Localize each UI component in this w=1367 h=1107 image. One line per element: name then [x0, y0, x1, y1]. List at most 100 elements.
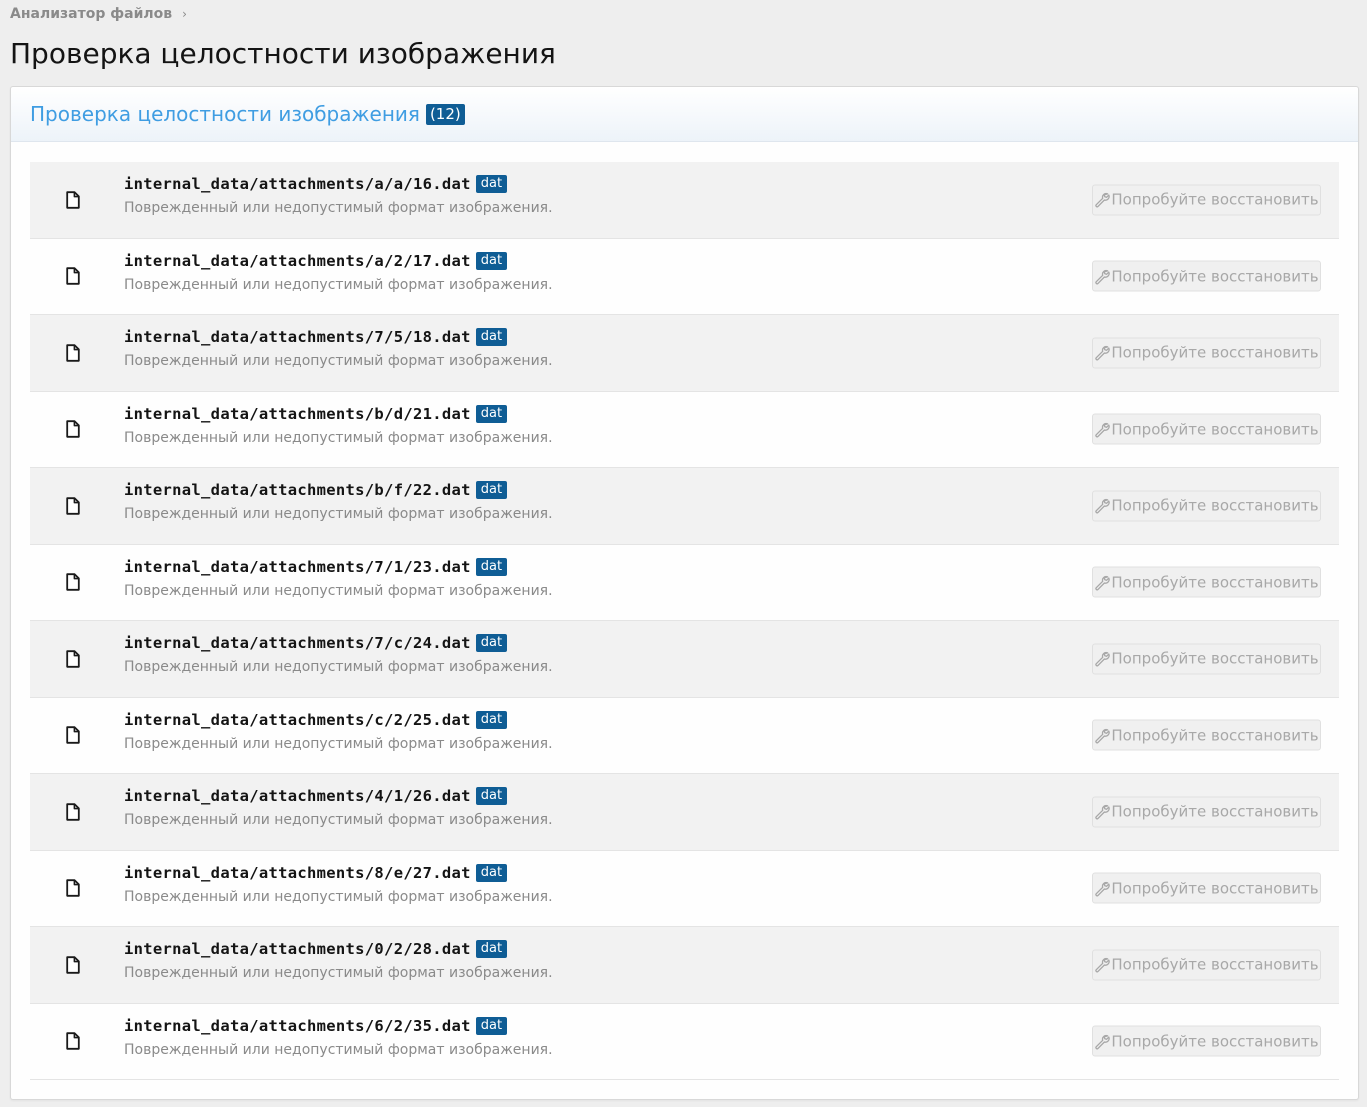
wrench-icon — [1095, 881, 1111, 897]
file-path-line: internal_data/attachments/b/f/22.dat dat — [124, 480, 553, 500]
wrench-icon — [1095, 193, 1111, 208]
wrench-icon — [1095, 652, 1111, 667]
try-restore-label: Попробуйте восстановить — [1111, 802, 1319, 821]
try-restore-label: Попробуйте восстановить — [1111, 190, 1319, 209]
file-icon — [66, 267, 80, 285]
wrench-icon — [1095, 346, 1111, 361]
file-path: internal_data/attachments/a/2/17.dat — [124, 251, 471, 270]
file-info: internal_data/attachments/a/2/17.dat dat… — [124, 251, 553, 293]
try-restore-button[interactable]: Попробуйте восстановить — [1092, 643, 1321, 675]
wrench-icon — [1095, 805, 1111, 820]
breadcrumb-link-file-analyzer[interactable]: Анализатор файлов — [10, 6, 172, 22]
file-extension-badge: dat — [475, 940, 508, 958]
wrench-icon — [1095, 958, 1111, 973]
file-extension-badge: dat — [475, 1016, 508, 1035]
try-restore-button[interactable]: Попробуйте восстановить — [1092, 337, 1321, 369]
try-restore-label: Попробуйте восстановить — [1111, 573, 1319, 592]
file-extension-badge: dat — [475, 328, 508, 346]
file-extension-badge: dat — [475, 634, 508, 652]
file-error-description: Поврежденный или недопустимый формат изо… — [124, 429, 553, 446]
file-icon — [66, 497, 80, 515]
try-restore-label: Попробуйте восстановить — [1111, 879, 1319, 898]
file-path-line: internal_data/attachments/0/2/28.dat dat — [124, 939, 553, 959]
try-restore-button[interactable]: Попробуйте восстановить — [1092, 1025, 1321, 1057]
file-path: internal_data/attachments/7/1/23.dat — [124, 557, 471, 576]
file-row: internal_data/attachments/7/1/23.dat dat… — [30, 544, 1339, 621]
file-path-line: internal_data/attachments/7/1/23.dat dat — [124, 557, 553, 577]
file-error-description: Поврежденный или недопустимый формат изо… — [124, 735, 553, 752]
file-error-description: Поврежденный или недопустимый формат изо… — [124, 659, 553, 675]
file-path-line: internal_data/attachments/c/2/25.dat dat — [124, 710, 553, 730]
file-icon — [66, 956, 80, 974]
file-error-description: Поврежденный или недопустимый формат изо… — [124, 965, 553, 981]
count-badge: (12) — [425, 103, 465, 125]
integrity-block: Проверка целостности изображения (12) in… — [10, 86, 1359, 1100]
breadcrumb: Анализатор файлов › — [10, 5, 187, 23]
try-restore-button[interactable]: Попробуйте восстановить — [1092, 260, 1321, 292]
file-list: internal_data/attachments/a/a/16.dat dat… — [30, 162, 1339, 1080]
file-error-description: Поврежденный или недопустимый формат изо… — [124, 888, 553, 905]
file-error-description: Поврежденный или недопустимый формат изо… — [124, 1041, 553, 1058]
try-restore-button[interactable]: Попробуйте восстановить — [1092, 490, 1321, 522]
file-row: internal_data/attachments/7/5/18.dat dat… — [30, 315, 1339, 392]
wrench-icon — [1095, 269, 1111, 285]
file-icon — [66, 803, 80, 821]
wrench-icon — [1095, 728, 1111, 744]
file-row: internal_data/attachments/b/f/22.dat dat… — [30, 468, 1339, 545]
try-restore-label: Попробуйте восстановить — [1111, 343, 1319, 362]
file-path: internal_data/attachments/4/1/26.dat — [124, 787, 471, 805]
file-info: internal_data/attachments/c/2/25.dat dat… — [124, 710, 553, 752]
file-row: internal_data/attachments/8/e/27.dat dat… — [30, 850, 1339, 927]
try-restore-label: Попробуйте восстановить — [1111, 496, 1319, 515]
file-extension-badge: dat — [475, 863, 508, 882]
file-row: internal_data/attachments/0/2/28.dat dat… — [30, 927, 1339, 1004]
file-icon — [66, 1032, 80, 1050]
file-info: internal_data/attachments/6/2/35.dat dat… — [124, 1016, 553, 1058]
try-restore-label: Попробуйте восстановить — [1111, 726, 1319, 745]
file-extension-badge: dat — [475, 251, 508, 270]
try-restore-button[interactable]: Попробуйте восстановить — [1092, 184, 1321, 216]
file-row: internal_data/attachments/a/a/16.dat dat… — [30, 162, 1339, 239]
file-extension-badge: dat — [475, 710, 508, 729]
file-icon — [66, 879, 80, 897]
file-path-line: internal_data/attachments/6/2/35.dat dat — [124, 1016, 553, 1036]
try-restore-label: Попробуйте восстановить — [1111, 1032, 1319, 1051]
file-path: internal_data/attachments/b/d/21.dat — [124, 404, 471, 423]
file-extension-badge: dat — [475, 404, 508, 423]
chevron-right-icon: › — [182, 7, 187, 21]
file-path-line: internal_data/attachments/7/c/24.dat dat — [124, 633, 553, 653]
try-restore-button[interactable]: Попробуйте восстановить — [1092, 566, 1321, 598]
file-extension-badge: dat — [475, 481, 508, 499]
try-restore-label: Попробуйте восстановить — [1111, 649, 1319, 668]
file-path: internal_data/attachments/a/a/16.dat — [124, 175, 471, 193]
file-info: internal_data/attachments/7/1/23.dat dat… — [124, 557, 553, 599]
file-row: internal_data/attachments/c/2/25.dat dat… — [30, 697, 1339, 774]
block-title: Проверка целостности изображения — [30, 102, 420, 126]
try-restore-button[interactable]: Попробуйте восстановить — [1092, 413, 1321, 445]
file-error-description: Поврежденный или недопустимый формат изо… — [124, 353, 553, 369]
file-path: internal_data/attachments/8/e/27.dat — [124, 863, 471, 882]
file-path-line: internal_data/attachments/a/a/16.dat dat — [124, 174, 553, 194]
file-path: internal_data/attachments/7/c/24.dat — [124, 634, 471, 652]
file-error-description: Поврежденный или недопустимый формат изо… — [124, 506, 553, 522]
wrench-icon — [1095, 499, 1111, 514]
page-title: Проверка целостности изображения — [10, 37, 556, 70]
try-restore-button[interactable]: Попробуйте восстановить — [1092, 949, 1321, 981]
file-path-line: internal_data/attachments/7/5/18.dat dat — [124, 327, 553, 347]
block-header: Проверка целостности изображения (12) — [11, 87, 1358, 142]
try-restore-button[interactable]: Попробуйте восстановить — [1092, 872, 1321, 904]
wrench-icon — [1095, 422, 1111, 438]
file-icon — [66, 650, 80, 668]
file-icon — [66, 191, 80, 209]
file-path-line: internal_data/attachments/a/2/17.dat dat — [124, 251, 553, 271]
file-path: internal_data/attachments/b/f/22.dat — [124, 481, 471, 499]
file-icon — [66, 573, 80, 591]
file-extension-badge: dat — [475, 175, 508, 193]
file-info: internal_data/attachments/b/f/22.dat dat… — [124, 480, 553, 522]
file-path-line: internal_data/attachments/4/1/26.dat dat — [124, 786, 553, 806]
try-restore-label: Попробуйте восстановить — [1111, 955, 1319, 974]
file-error-description: Поврежденный или недопустимый формат изо… — [124, 200, 553, 216]
try-restore-button[interactable]: Попробуйте восстановить — [1092, 719, 1321, 751]
wrench-icon — [1095, 575, 1111, 591]
try-restore-button[interactable]: Попробуйте восстановить — [1092, 796, 1321, 828]
